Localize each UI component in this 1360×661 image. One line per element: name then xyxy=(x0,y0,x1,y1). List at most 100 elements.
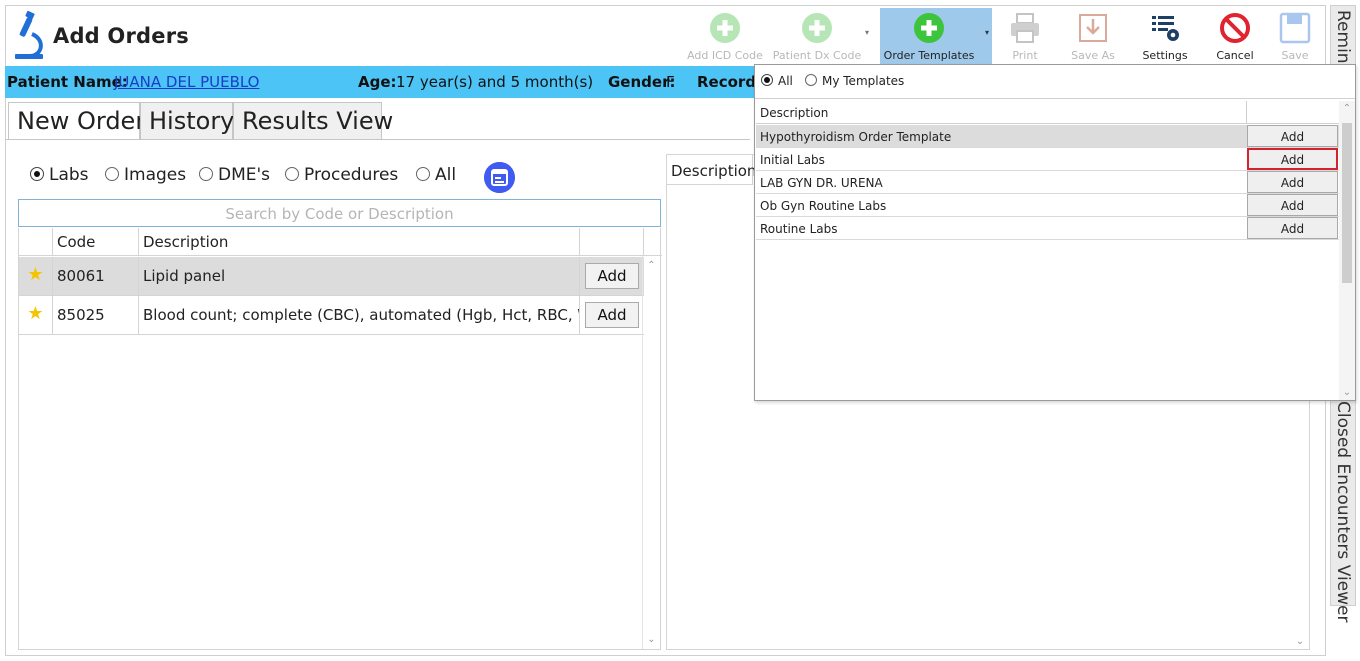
patient-dx-code-button[interactable]: Patient Dx Code ▾ xyxy=(772,8,872,65)
tab-divider xyxy=(5,139,750,140)
age-value: 17 year(s) and 5 month(s) xyxy=(396,73,594,91)
order-templates-label: Order Templates xyxy=(883,49,975,62)
add-code-button[interactable]: Add xyxy=(585,302,639,328)
templates-table-header: Description xyxy=(756,101,1339,124)
save-button[interactable]: Save xyxy=(1272,8,1318,65)
side-tab-closed-encounters[interactable]: Closed Encounters Viewer xyxy=(1330,398,1356,622)
scroll-up-icon[interactable]: ⌃ xyxy=(643,260,660,271)
template-row[interactable]: Initial Labs Add xyxy=(756,148,1339,171)
add-template-button[interactable]: Add xyxy=(1247,194,1338,216)
page-title: Add Orders xyxy=(53,24,189,48)
add-template-button[interactable]: Add xyxy=(1247,217,1338,239)
radio-checked-icon xyxy=(30,167,44,181)
plus-circle-icon xyxy=(710,13,740,43)
radio-procedures[interactable]: Procedures xyxy=(285,165,398,185)
template-name: Ob Gyn Routine Labs xyxy=(760,199,887,213)
radio-dmes-label: DME's xyxy=(218,165,271,185)
add-template-button[interactable]: Add xyxy=(1247,148,1338,170)
printer-icon xyxy=(1011,13,1039,43)
patient-info-bar: Patient Name: JUANA DEL PUEBLO Age: 17 y… xyxy=(5,66,760,98)
table-header: Code Description xyxy=(19,228,662,256)
code-table: Code Description ★ 80061 Lipid panel Add… xyxy=(18,228,662,650)
save-as-icon xyxy=(1079,14,1107,42)
cancel-button[interactable]: Cancel xyxy=(1204,8,1266,65)
chevron-down-icon[interactable]: ▾ xyxy=(985,28,989,37)
cancel-icon xyxy=(1220,13,1250,43)
age-label: Age: xyxy=(358,73,397,91)
patient-name-link[interactable]: JUANA DEL PUEBLO xyxy=(114,73,260,91)
save-label: Save xyxy=(1281,49,1309,62)
add-icd-code-button[interactable]: Add ICD Code xyxy=(682,8,768,65)
settings-button[interactable]: Settings xyxy=(1134,8,1196,65)
radio-labs[interactable]: Labs xyxy=(30,165,89,185)
scroll-up-icon[interactable]: ⌃ xyxy=(1339,103,1355,114)
radio-unchecked-icon xyxy=(416,167,430,181)
divider xyxy=(755,98,1355,99)
order-templates-button[interactable]: Order Templates ▾ xyxy=(880,8,992,65)
radio-all[interactable]: All xyxy=(416,165,456,185)
radio-all-label: All xyxy=(435,165,457,185)
floppy-icon xyxy=(1279,12,1311,44)
star-icon[interactable]: ★ xyxy=(19,257,53,295)
scroll-down-icon[interactable]: ⌄ xyxy=(1339,387,1355,398)
action-column-header xyxy=(580,228,644,256)
radio-all-templates[interactable]: All xyxy=(761,74,793,88)
radio-unchecked-icon xyxy=(105,167,119,181)
template-row[interactable]: Routine Labs Add xyxy=(756,217,1339,240)
settings-label: Settings xyxy=(1142,49,1188,62)
plus-circle-icon xyxy=(914,13,945,43)
radio-unchecked-icon xyxy=(805,74,817,86)
record-label: Record xyxy=(697,73,757,91)
radio-checked-icon xyxy=(761,74,773,86)
side-tab-reminders[interactable]: Remind xyxy=(1330,5,1356,74)
tab-results-view[interactable]: Results View xyxy=(233,102,393,140)
print-label: Print xyxy=(1012,49,1038,62)
radio-my-templates[interactable]: My Templates xyxy=(805,74,904,88)
radio-unchecked-icon xyxy=(199,167,213,181)
add-template-button[interactable]: Add xyxy=(1247,125,1338,147)
row-code: 80061 xyxy=(53,257,139,295)
code-column-header[interactable]: Code xyxy=(53,228,139,256)
row-code: 85025 xyxy=(53,296,139,334)
plus-circle-icon xyxy=(802,13,832,43)
radio-images[interactable]: Images xyxy=(105,165,186,185)
add-template-button[interactable]: Add xyxy=(1247,171,1338,193)
calendar-filter-icon[interactable] xyxy=(484,162,515,193)
chevron-down-icon[interactable]: ▾ xyxy=(865,28,869,37)
print-button[interactable]: Print xyxy=(1000,8,1050,65)
scrollbar-thumb[interactable] xyxy=(1342,123,1352,283)
template-name: Routine Labs xyxy=(760,222,838,236)
gender-value: F xyxy=(666,73,675,91)
tab-history[interactable]: History xyxy=(140,102,234,140)
table-scrollbar[interactable]: ⌃ ⌄ xyxy=(642,256,660,649)
row-description: Blood count; complete (CBC), automated (… xyxy=(139,296,580,334)
star-icon[interactable]: ★ xyxy=(19,296,53,334)
cancel-label: Cancel xyxy=(1216,49,1254,62)
add-code-button[interactable]: Add xyxy=(585,263,639,289)
scroll-down-icon[interactable]: ⌄ xyxy=(1291,636,1309,647)
template-row[interactable]: Hypothyroidism Order Template Add xyxy=(756,125,1339,148)
radio-procedures-label: Procedures xyxy=(304,165,399,185)
templates-scrollbar[interactable]: ⌃ ⌄ xyxy=(1339,101,1355,400)
add-icd-code-label: Add ICD Code xyxy=(687,49,763,62)
favorite-column-header xyxy=(19,228,53,256)
order-templates-popup: All My Templates Description Hypothyroid… xyxy=(754,64,1356,401)
settings-list-icon xyxy=(1152,16,1179,41)
search-input[interactable]: Search by Code or Description xyxy=(18,199,661,227)
table-row[interactable]: ★ 80061 Lipid panel Add xyxy=(19,257,644,296)
template-description-header[interactable]: Description xyxy=(756,101,1247,124)
save-as-button[interactable]: Save As xyxy=(1062,8,1124,65)
microscope-icon xyxy=(15,10,43,59)
radio-dmes[interactable]: DME's xyxy=(199,165,270,185)
table-row[interactable]: ★ 85025 Blood count; complete (CBC), aut… xyxy=(19,296,644,335)
patient-dx-code-label: Patient Dx Code xyxy=(772,49,862,62)
tab-new-order[interactable]: New Order xyxy=(8,102,145,140)
description-column-header[interactable]: Description xyxy=(139,228,580,256)
radio-labs-label: Labs xyxy=(49,165,89,185)
selected-description-header: Description xyxy=(667,155,756,185)
scroll-down-icon[interactable]: ⌄ xyxy=(643,634,660,645)
patient-name-label: Patient Name: xyxy=(7,73,128,91)
save-as-label: Save As xyxy=(1071,49,1115,62)
template-row[interactable]: LAB GYN DR. URENA Add xyxy=(756,171,1339,194)
template-row[interactable]: Ob Gyn Routine Labs Add xyxy=(756,194,1339,217)
